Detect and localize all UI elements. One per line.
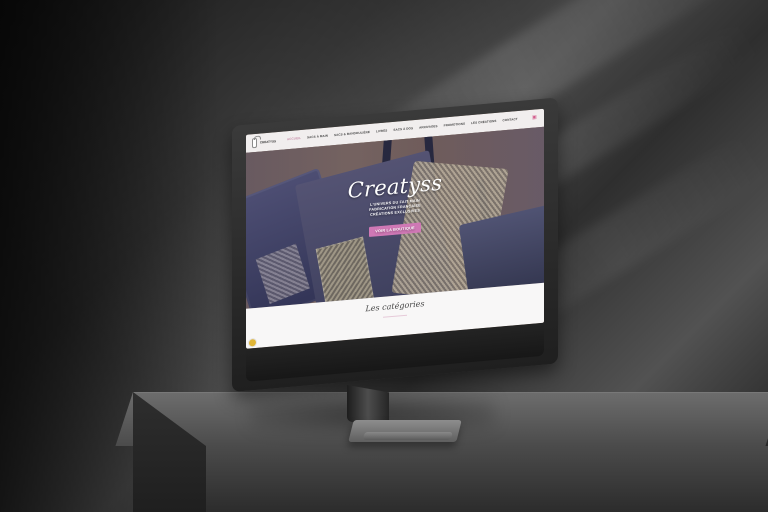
nav-item-promotions[interactable]: PROMOTIONS (444, 122, 466, 128)
display-table-front-face (206, 446, 768, 512)
desktop-mockup-scene: CREATYSS ACCUEIL SACS À MAIN SACS & BAND… (0, 0, 768, 512)
hero-banner: Creatyss L'UNIVERS DU FAIT MAIN FABRICAT… (246, 126, 544, 309)
nav-item-accueil[interactable]: ACCUEIL (287, 136, 301, 141)
nav-item-livres[interactable]: LIVRES (376, 128, 387, 133)
logo-text: CREATYSS (259, 138, 276, 145)
nav-item-arrivages[interactable]: ARRIVAGES (419, 124, 438, 130)
nav-item-creations[interactable]: LES CRÉATIONS (471, 119, 496, 125)
shopping-cart-icon[interactable]: ▣ (532, 114, 539, 120)
nav-item-contact[interactable]: CONTACT (503, 117, 518, 122)
hero-copy: Creatyss L'UNIVERS DU FAIT MAIN FABRICAT… (345, 171, 445, 239)
nav-item-sacs-a-main[interactable]: SACS À MAIN (307, 134, 328, 140)
site-logo[interactable]: CREATYSS (252, 134, 276, 150)
monitor-stand-base (348, 420, 462, 442)
computer-monitor: CREATYSS ACCUEIL SACS À MAIN SACS & BAND… (232, 97, 558, 392)
nav-item-sacs-a-dos[interactable]: SACS À DOS (393, 126, 413, 132)
nav-item-sacs-bandouliere[interactable]: SACS & BANDOULIÈRE (334, 130, 370, 137)
bag-pocket-pattern (255, 243, 310, 305)
bag-logo-icon (252, 137, 257, 149)
categories-divider (383, 314, 407, 318)
website-screen: CREATYSS ACCUEIL SACS À MAIN SACS & BAND… (246, 108, 544, 349)
